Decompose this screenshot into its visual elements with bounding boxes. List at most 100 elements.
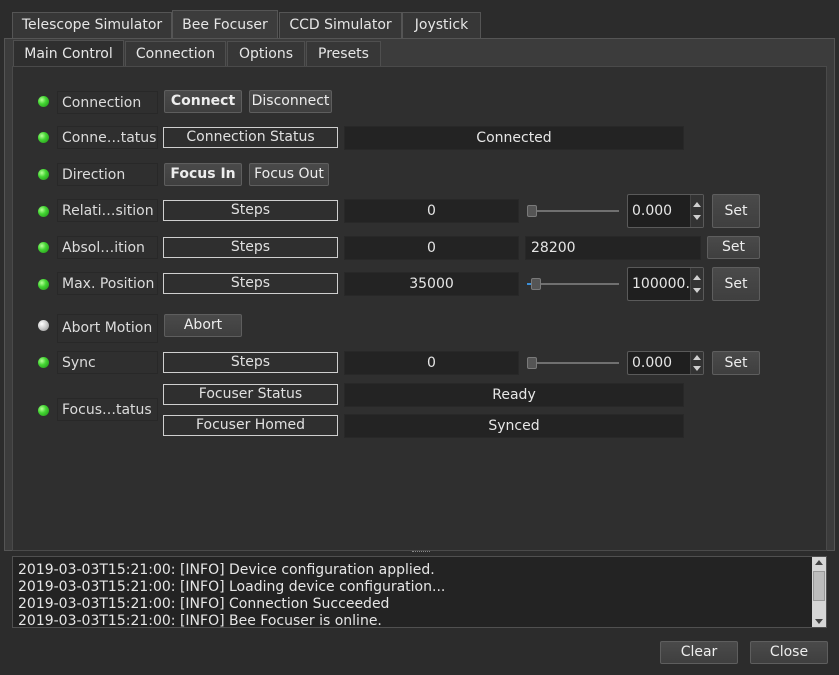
connection-status-light [38,96,49,107]
tab-main-control[interactable]: Main Control [13,40,124,70]
slider-groove [527,362,619,364]
button-label: Connect [170,93,236,109]
focuser-status-value: Ready [344,383,684,407]
slider-groove [527,210,619,212]
sync-set-button[interactable]: Set [712,351,760,375]
spin-down-arrow-icon[interactable] [693,215,701,220]
relative-position-slider[interactable] [527,203,619,219]
spinbox-value: 0.000 [632,355,673,371]
scrollbar-thumb[interactable] [813,571,825,601]
property-label-direction: Direction [57,163,158,186]
spinbox-value: 100000.0 [632,276,689,292]
spin-up-arrow-icon[interactable] [693,275,701,280]
button-label: Set [724,203,748,219]
focuser-status-label: Focuser Status [163,384,338,405]
focus-in-button[interactable]: Focus In [164,163,242,186]
absolute-steps-input[interactable]: 28200 [525,236,701,260]
connection-status-status-light [38,132,49,143]
tab-label: Options [238,46,294,62]
abort-button[interactable]: Abort [164,314,242,337]
spinbox-arrows[interactable] [690,195,703,227]
relative-steps-spinbox[interactable]: 0.000 [627,194,704,228]
property-label-relative-position: Relati…sition [57,199,158,222]
relative-steps-label: Steps [163,200,338,221]
max-steps-spinbox[interactable]: 100000.0 [627,267,704,301]
log-line: 2019-03-03T15:21:00: [INFO] Device confi… [18,562,435,578]
relative-set-button[interactable]: Set [712,194,760,228]
sync-steps-label: Steps [163,352,338,373]
spinbox-value: 0.000 [632,203,673,219]
spin-up-arrow-icon[interactable] [693,355,701,360]
absolute-steps-label: Steps [163,237,338,258]
property-label-connection: Connection [57,91,158,114]
tab-options[interactable]: Options [227,41,305,67]
property-label-max-position: Max. Position [57,272,158,295]
tab-label: Telescope Simulator [21,17,163,33]
max-steps-label: Steps [163,273,338,294]
tab-label: Presets [318,46,369,62]
connect-button[interactable]: Connect [164,90,242,113]
relative-position-status-light [38,206,49,217]
spin-down-arrow-icon[interactable] [693,288,701,293]
tab-joystick[interactable]: Joystick [402,12,481,38]
focuser-homed-value: Synced [344,414,684,438]
relative-steps-value: 0 [344,199,519,223]
scroll-up-arrow-icon[interactable] [815,560,823,565]
property-label-abort-motion: Abort Motion [57,314,158,343]
abort-motion-status-light [38,320,49,331]
focuser-homed-label: Focuser Homed [163,415,338,436]
max-steps-value: 35000 [344,272,519,296]
tab-label: Joystick [414,17,469,33]
scroll-down-arrow-icon[interactable] [815,619,823,624]
sync-slider[interactable] [527,355,619,371]
spinbox-arrows[interactable] [690,352,703,374]
slider-handle[interactable] [531,278,542,290]
tab-label: Connection [135,46,216,62]
disconnect-button[interactable]: Disconnect [249,90,332,113]
spin-up-arrow-icon[interactable] [693,202,701,207]
sync-steps-spinbox[interactable]: 0.000 [627,351,704,375]
log-line: 2019-03-03T15:21:00: [INFO] Loading devi… [18,579,446,595]
tab-label: Bee Focuser [182,17,268,33]
connection-status-value: Connected [344,126,684,150]
button-label: Set [724,276,748,292]
absolute-position-status-light [38,242,49,253]
slider-handle[interactable] [527,205,537,217]
direction-status-light [38,169,49,180]
button-label: Clear [680,644,718,660]
button-label: Focus In [170,166,236,182]
spinbox-arrows[interactable] [690,268,703,300]
max-position-status-light [38,279,49,290]
clear-button[interactable]: Clear [660,641,738,664]
focuser-status-status-light [38,405,49,416]
absolute-set-button[interactable]: Set [707,236,760,259]
tab-bee-focuser[interactable]: Bee Focuser [172,10,278,40]
absolute-steps-value: 0 [344,236,519,260]
close-button[interactable]: Close [750,641,828,664]
sync-steps-value: 0 [344,351,519,375]
slider-handle[interactable] [527,357,537,369]
tab-ccd-simulator[interactable]: CCD Simulator [279,12,402,38]
log-line: 2019-03-03T15:21:00: [INFO] Connection S… [18,596,390,612]
spin-down-arrow-icon[interactable] [693,366,701,371]
splitter-handle[interactable] [412,551,430,555]
property-label-absolute-position: Absol…ition [57,236,158,259]
log-scrollbar[interactable] [812,557,826,627]
log-line: 2019-03-03T15:21:00: [INFO] Bee Focuser … [18,613,382,628]
max-position-slider[interactable] [527,276,619,292]
focus-out-button[interactable]: Focus Out [249,163,329,186]
property-label-focuser-status: Focus…tatus [57,398,158,421]
sync-status-light [38,357,49,368]
tab-presets[interactable]: Presets [306,41,381,67]
max-set-button[interactable]: Set [712,267,760,301]
property-label-sync: Sync [57,351,158,374]
property-label-connection-status: Conne…tatus [57,126,158,149]
button-label: Abort [183,317,223,333]
tab-label: CCD Simulator [289,17,392,33]
tab-telescope-simulator[interactable]: Telescope Simulator [12,12,172,38]
message-log[interactable]: 2019-03-03T15:21:00: [INFO] Device confi… [12,556,827,628]
button-label: Disconnect [251,93,330,109]
tab-label: Main Control [24,46,113,62]
connection-status-label: Connection Status [163,127,338,148]
tab-connection[interactable]: Connection [125,41,226,67]
